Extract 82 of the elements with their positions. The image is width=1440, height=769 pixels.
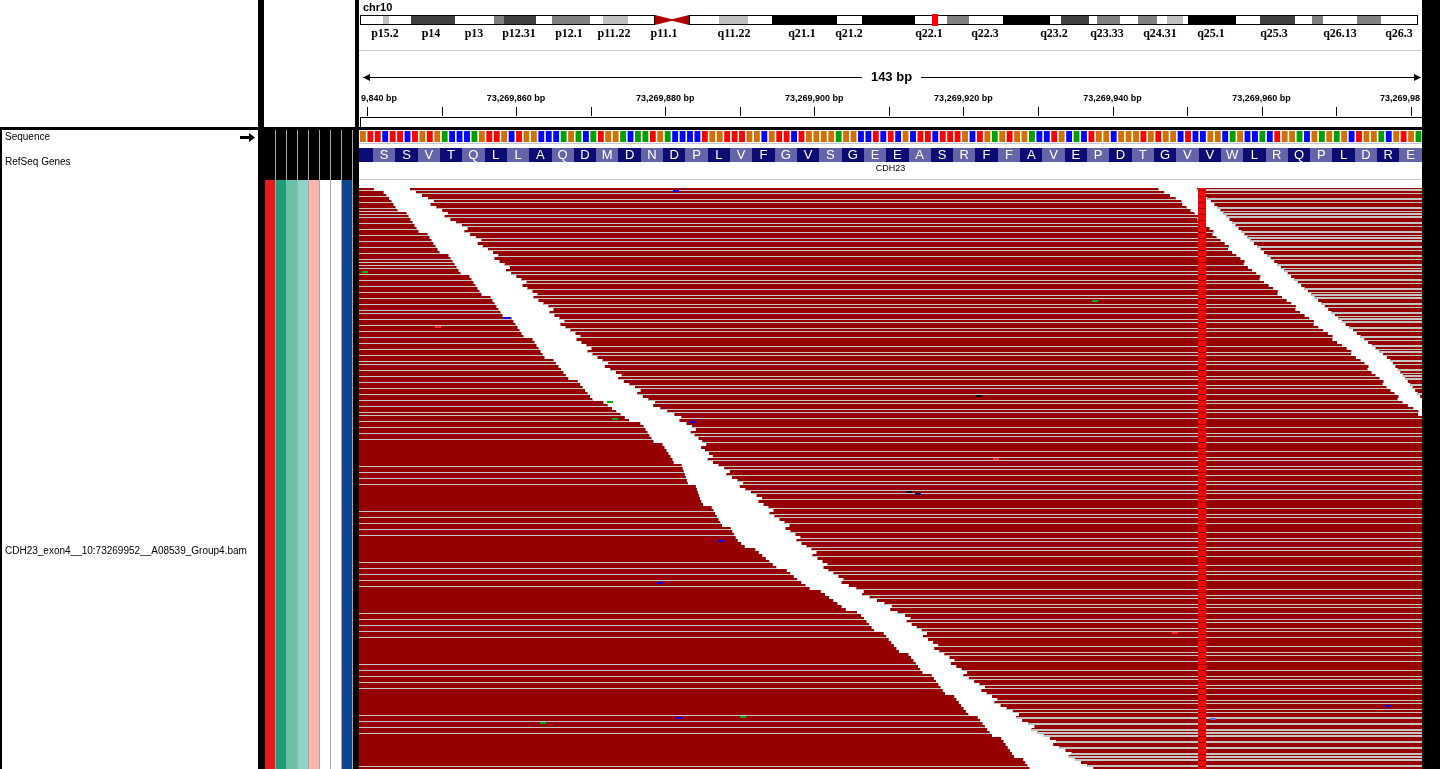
- cytoband-label: p13: [464, 27, 484, 39]
- cytoband-label: q25.1: [1197, 27, 1225, 39]
- amino-acid: A: [908, 148, 931, 162]
- amino-acid: D: [618, 148, 641, 162]
- amino-acid: N: [640, 148, 664, 162]
- amino-acid: R: [953, 148, 976, 162]
- amino-acid: D: [1109, 148, 1132, 162]
- amino-acid: E: [1399, 148, 1422, 162]
- amino-acid: P: [685, 148, 708, 162]
- amino-acid-block: [359, 148, 373, 162]
- amino-acid: L: [484, 148, 507, 162]
- amino-acid: P: [1087, 148, 1110, 162]
- amino-acid: V: [417, 148, 440, 162]
- amino-acid: S: [395, 148, 418, 162]
- amino-acid: D: [663, 148, 686, 162]
- amino-acid: L: [1243, 148, 1266, 162]
- amino-acid: S: [373, 148, 396, 162]
- amino-acid: Q: [462, 148, 485, 162]
- amino-acid: A: [1020, 148, 1043, 162]
- ruler-position-label: 73,269,920 bp: [934, 93, 993, 104]
- amino-acid: L: [1332, 148, 1355, 162]
- cytoband-label: q24.31: [1143, 27, 1177, 39]
- amino-acid: S: [930, 148, 954, 162]
- ruler-position-label: 73,269,960 bp: [1232, 93, 1291, 104]
- amino-acid: D: [573, 148, 597, 162]
- amino-acid: R: [1377, 148, 1400, 162]
- amino-acid: R: [1265, 148, 1288, 162]
- amino-acid: Q: [551, 148, 574, 162]
- ruler-position-label: 73,269,98: [1379, 93, 1420, 104]
- amino-acid: V: [1042, 148, 1065, 162]
- span-length-label: 143 bp: [870, 69, 913, 85]
- amino-acid: W: [1220, 148, 1244, 162]
- cytoband-label: p12.31: [502, 27, 536, 39]
- amino-acid: D: [1354, 148, 1378, 162]
- amino-acid: G: [841, 148, 864, 162]
- gene-label: CDH23: [875, 162, 906, 174]
- amino-acid: A: [529, 148, 552, 162]
- ruler-position-label: 73,269,860 bp: [486, 93, 546, 104]
- ruler-position-label: 73,269,940 bp: [1083, 93, 1142, 104]
- amino-acid: L: [707, 148, 730, 162]
- cytoband-label: p12.1: [555, 27, 583, 39]
- cytoband-label: q21.1: [788, 27, 816, 39]
- track-name[interactable]: RefSeq Genes: [5, 156, 71, 168]
- track-name[interactable]: CDH23_exon4__10:73269952__A08539_Group4.bam: [5, 545, 247, 557]
- cytoband-label: q25.3: [1260, 27, 1288, 39]
- amino-acid: T: [439, 148, 463, 162]
- amino-acid: E: [886, 148, 909, 162]
- cytoband-label: q21.2: [835, 27, 863, 39]
- amino-acid: V: [1176, 148, 1199, 162]
- amino-acid: F: [752, 148, 775, 162]
- cytoband-label: q11.22: [717, 27, 751, 39]
- amino-acid: F: [975, 148, 998, 162]
- amino-acid: P: [1310, 148, 1333, 162]
- cytoband-label: p11.22: [597, 27, 631, 39]
- amino-acid: M: [596, 148, 619, 162]
- strand-arrow-icon[interactable]: [240, 132, 255, 142]
- amino-acid: F: [997, 148, 1021, 162]
- ruler-position-label: 73,269,880 bp: [635, 93, 695, 104]
- cytoband-label: p15.2: [371, 27, 399, 39]
- cytoband-label: q23.33: [1090, 27, 1124, 39]
- amino-acid: E: [863, 148, 887, 162]
- amino-acid: G: [774, 148, 797, 162]
- cytoband-label: q23.2: [1040, 27, 1068, 39]
- amino-acid: V: [1198, 148, 1221, 162]
- amino-acid: V: [730, 148, 753, 162]
- amino-acid: G: [1153, 148, 1177, 162]
- cytoband-label: p11.1: [650, 27, 678, 39]
- amino-acid: L: [506, 148, 530, 162]
- amino-acid: E: [1064, 148, 1087, 162]
- cytoband-label: q22.3: [971, 27, 999, 39]
- ruler-position-label: 9,840 bp: [361, 93, 398, 104]
- track-name[interactable]: Sequence: [5, 131, 51, 143]
- cytoband-label: q22.1: [915, 27, 943, 39]
- amino-acid: S: [819, 148, 842, 162]
- cytoband-label: q26.3: [1385, 27, 1413, 39]
- cytoband-label: p14: [421, 27, 441, 39]
- amino-acid: T: [1131, 148, 1154, 162]
- ruler-position-label: 73,269,900 bp: [785, 93, 844, 104]
- amino-acid: V: [796, 148, 820, 162]
- amino-acid: Q: [1287, 148, 1311, 162]
- chromosome-label: chr10: [363, 0, 393, 14]
- cytoband-label: q26.13: [1323, 27, 1357, 39]
